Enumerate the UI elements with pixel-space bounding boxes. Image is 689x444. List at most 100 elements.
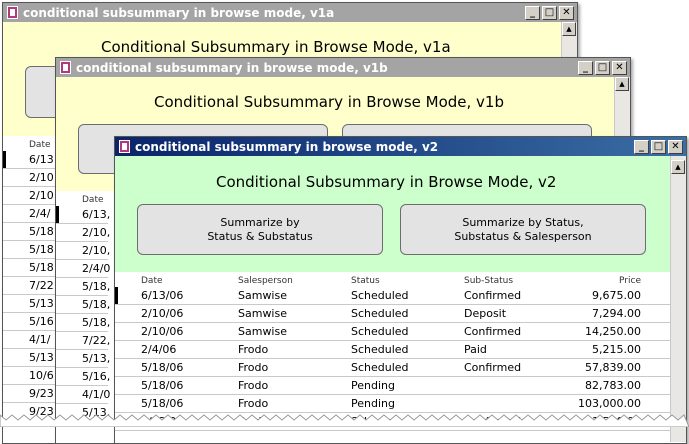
cell-date: 5/13 — [29, 351, 54, 364]
cell-status: Pending — [351, 379, 395, 392]
cell-substatus: Confirmed — [464, 289, 522, 302]
table-row[interactable]: 2/4/ — [3, 205, 55, 223]
column-header-substatus: Sub-Status — [464, 276, 514, 286]
table-row[interactable]: 5/18, — [56, 296, 111, 314]
window-v1a-title: conditional subsummary in browse mode, v… — [23, 5, 335, 20]
maximize-button[interactable]: □ — [542, 5, 557, 20]
close-button[interactable]: ✕ — [612, 60, 627, 75]
current-record-marker — [115, 287, 118, 304]
column-header-status: Status — [351, 276, 380, 286]
cell-date: 5/16 — [29, 315, 54, 328]
summarize-status-substatus-salesperson-button[interactable]: Summarize by Status, Substatus & Salespe… — [400, 204, 646, 255]
close-button[interactable]: ✕ — [668, 139, 683, 154]
table-row[interactable]: 7/22, — [56, 332, 111, 350]
table-row[interactable]: 4/1/ — [3, 331, 55, 349]
table-row[interactable]: 2/10/06 Samwise Scheduled Deposit 7,294.00 — [115, 305, 670, 323]
scroll-up-button[interactable]: ▲ — [671, 160, 685, 174]
cell-price: 103,000.00 — [578, 397, 641, 410]
table-row[interactable]: 5/13, — [56, 350, 110, 368]
cell-price: 9,675.00 — [592, 289, 641, 302]
table-row[interactable]: 7/22 — [3, 277, 55, 295]
table-row[interactable]: 9/23 — [3, 385, 55, 403]
cell-date: 10/6 — [29, 369, 54, 382]
window-v2-titlebar[interactable]: conditional subsummary in browse mode, v… — [115, 137, 686, 156]
cell-date: 4/1/ — [29, 333, 51, 346]
vertical-scrollbar[interactable]: ▲ — [670, 156, 686, 442]
table-row[interactable]: 5/18 — [3, 259, 55, 277]
table-row[interactable]: 5/16, — [56, 368, 111, 386]
layout-title: Conditional Subsummary in Browse Mode, v… — [154, 93, 504, 111]
cell-price: 7,294.00 — [592, 307, 641, 320]
cell-date: 7/22 — [29, 279, 54, 292]
minimize-button[interactable]: _ — [578, 60, 593, 75]
cell-date: 2/10/06 — [141, 325, 184, 338]
cell-salesperson: Frodo — [238, 361, 269, 374]
window-v1b-titlebar[interactable]: conditional subsummary in browse mode, v… — [56, 58, 630, 77]
torn-edge — [0, 414, 689, 427]
table-row[interactable]: 4/1/0 — [56, 386, 111, 404]
maximize-button[interactable]: □ — [595, 60, 610, 75]
table-row[interactable]: 2/4/06 Frodo Scheduled Paid 5,215.00 — [115, 341, 670, 359]
table-row[interactable]: 5/18, — [56, 314, 110, 332]
cell-date: 2/10, — [82, 244, 111, 257]
cell-date: 5/18, — [82, 298, 111, 311]
cell-date: 2/10/06 — [141, 307, 184, 320]
table-row[interactable]: 6/13/06 Samwise Scheduled Confirmed 9,675.00 — [115, 287, 670, 305]
summarize-status-substatus-button[interactable]: Summarize by Status & Substatus — [137, 204, 383, 255]
table-row[interactable]: 5/18/06 Frodo Scheduled Confirmed 57,839.00 — [115, 359, 670, 377]
window-v2-title: conditional subsummary in browse mode, v… — [135, 139, 439, 154]
table-row[interactable]: 2/10 — [3, 169, 55, 187]
scroll-up-button[interactable]: ▲ — [562, 22, 576, 36]
cell-date: 7/22, — [82, 334, 111, 347]
table-row[interactable]: 2/10, — [56, 224, 111, 242]
close-button[interactable]: ✕ — [559, 5, 574, 20]
cell-price: 5,215.00 — [592, 343, 641, 356]
button-label: Summarize by Status & Substatus — [207, 215, 313, 243]
table-row[interactable]: 5/13 — [3, 295, 55, 313]
cell-date: 5/18 — [29, 225, 54, 238]
table-row[interactable]: 2/10, — [56, 242, 111, 260]
cell-date: 6/13 — [29, 153, 54, 166]
cell-date: 5/18/06 — [141, 361, 184, 374]
table-row[interactable]: 2/10/06 Samwise Scheduled Confirmed 14,250.0… — [115, 323, 670, 341]
cell-status: Scheduled — [351, 343, 409, 356]
minimize-button[interactable]: _ — [634, 139, 649, 154]
cell-date: 5/16, — [82, 370, 111, 383]
layout-title: Conditional Subsummary in Browse Mode, v… — [216, 173, 557, 191]
scroll-up-button[interactable]: ▲ — [615, 77, 629, 91]
cell-salesperson: Frodo — [238, 397, 269, 410]
table-row[interactable]: 6/13 — [3, 151, 55, 169]
cell-date: 9/23 — [29, 387, 54, 400]
cell-salesperson: Samwise — [238, 325, 287, 338]
cell-date: 5/18 — [29, 243, 54, 256]
cell-salesperson: Frodo — [238, 379, 269, 392]
window-v2[interactable]: conditional subsummary in browse mode, v… — [114, 136, 687, 444]
cell-date: 6/13/06 — [141, 289, 184, 302]
table-row[interactable]: 5/18, — [56, 278, 110, 296]
table-row[interactable]: 6/13, — [56, 206, 111, 224]
cell-date: 2/4/0 — [82, 262, 111, 275]
cell-price: 57,839.00 — [585, 361, 641, 374]
column-header-date: Date — [141, 276, 163, 286]
table-row[interactable]: 2/10 — [3, 187, 55, 205]
table-row[interactable]: 5/16 — [3, 313, 55, 331]
table-row[interactable]: 5/18 — [3, 241, 55, 259]
cell-price: 14,250.00 — [585, 325, 641, 338]
cell-substatus: Paid — [464, 343, 487, 356]
column-header-date: Date — [29, 140, 51, 150]
cell-date: 2/10, — [82, 226, 111, 239]
maximize-button[interactable]: □ — [651, 139, 666, 154]
cell-date: 2/10 — [29, 171, 54, 184]
minimize-button[interactable]: _ — [525, 5, 540, 20]
cell-status: Scheduled — [351, 307, 409, 320]
cell-date: 2/10 — [29, 189, 54, 202]
table-row[interactable]: 10/6 — [3, 367, 55, 385]
cell-date: 6/13, — [82, 208, 111, 221]
table-row[interactable]: 5/18 — [3, 223, 55, 241]
cell-price: 82,783.00 — [585, 379, 641, 392]
table-row[interactable]: 2/4/0 — [56, 260, 111, 278]
cell-date: 4/1/0 — [82, 388, 111, 401]
window-v1a-titlebar[interactable]: conditional subsummary in browse mode, v… — [3, 3, 577, 22]
table-row[interactable]: 5/13 — [3, 349, 55, 367]
table-row[interactable]: 5/18/06 Frodo Pending 82,783.00 — [115, 377, 670, 395]
